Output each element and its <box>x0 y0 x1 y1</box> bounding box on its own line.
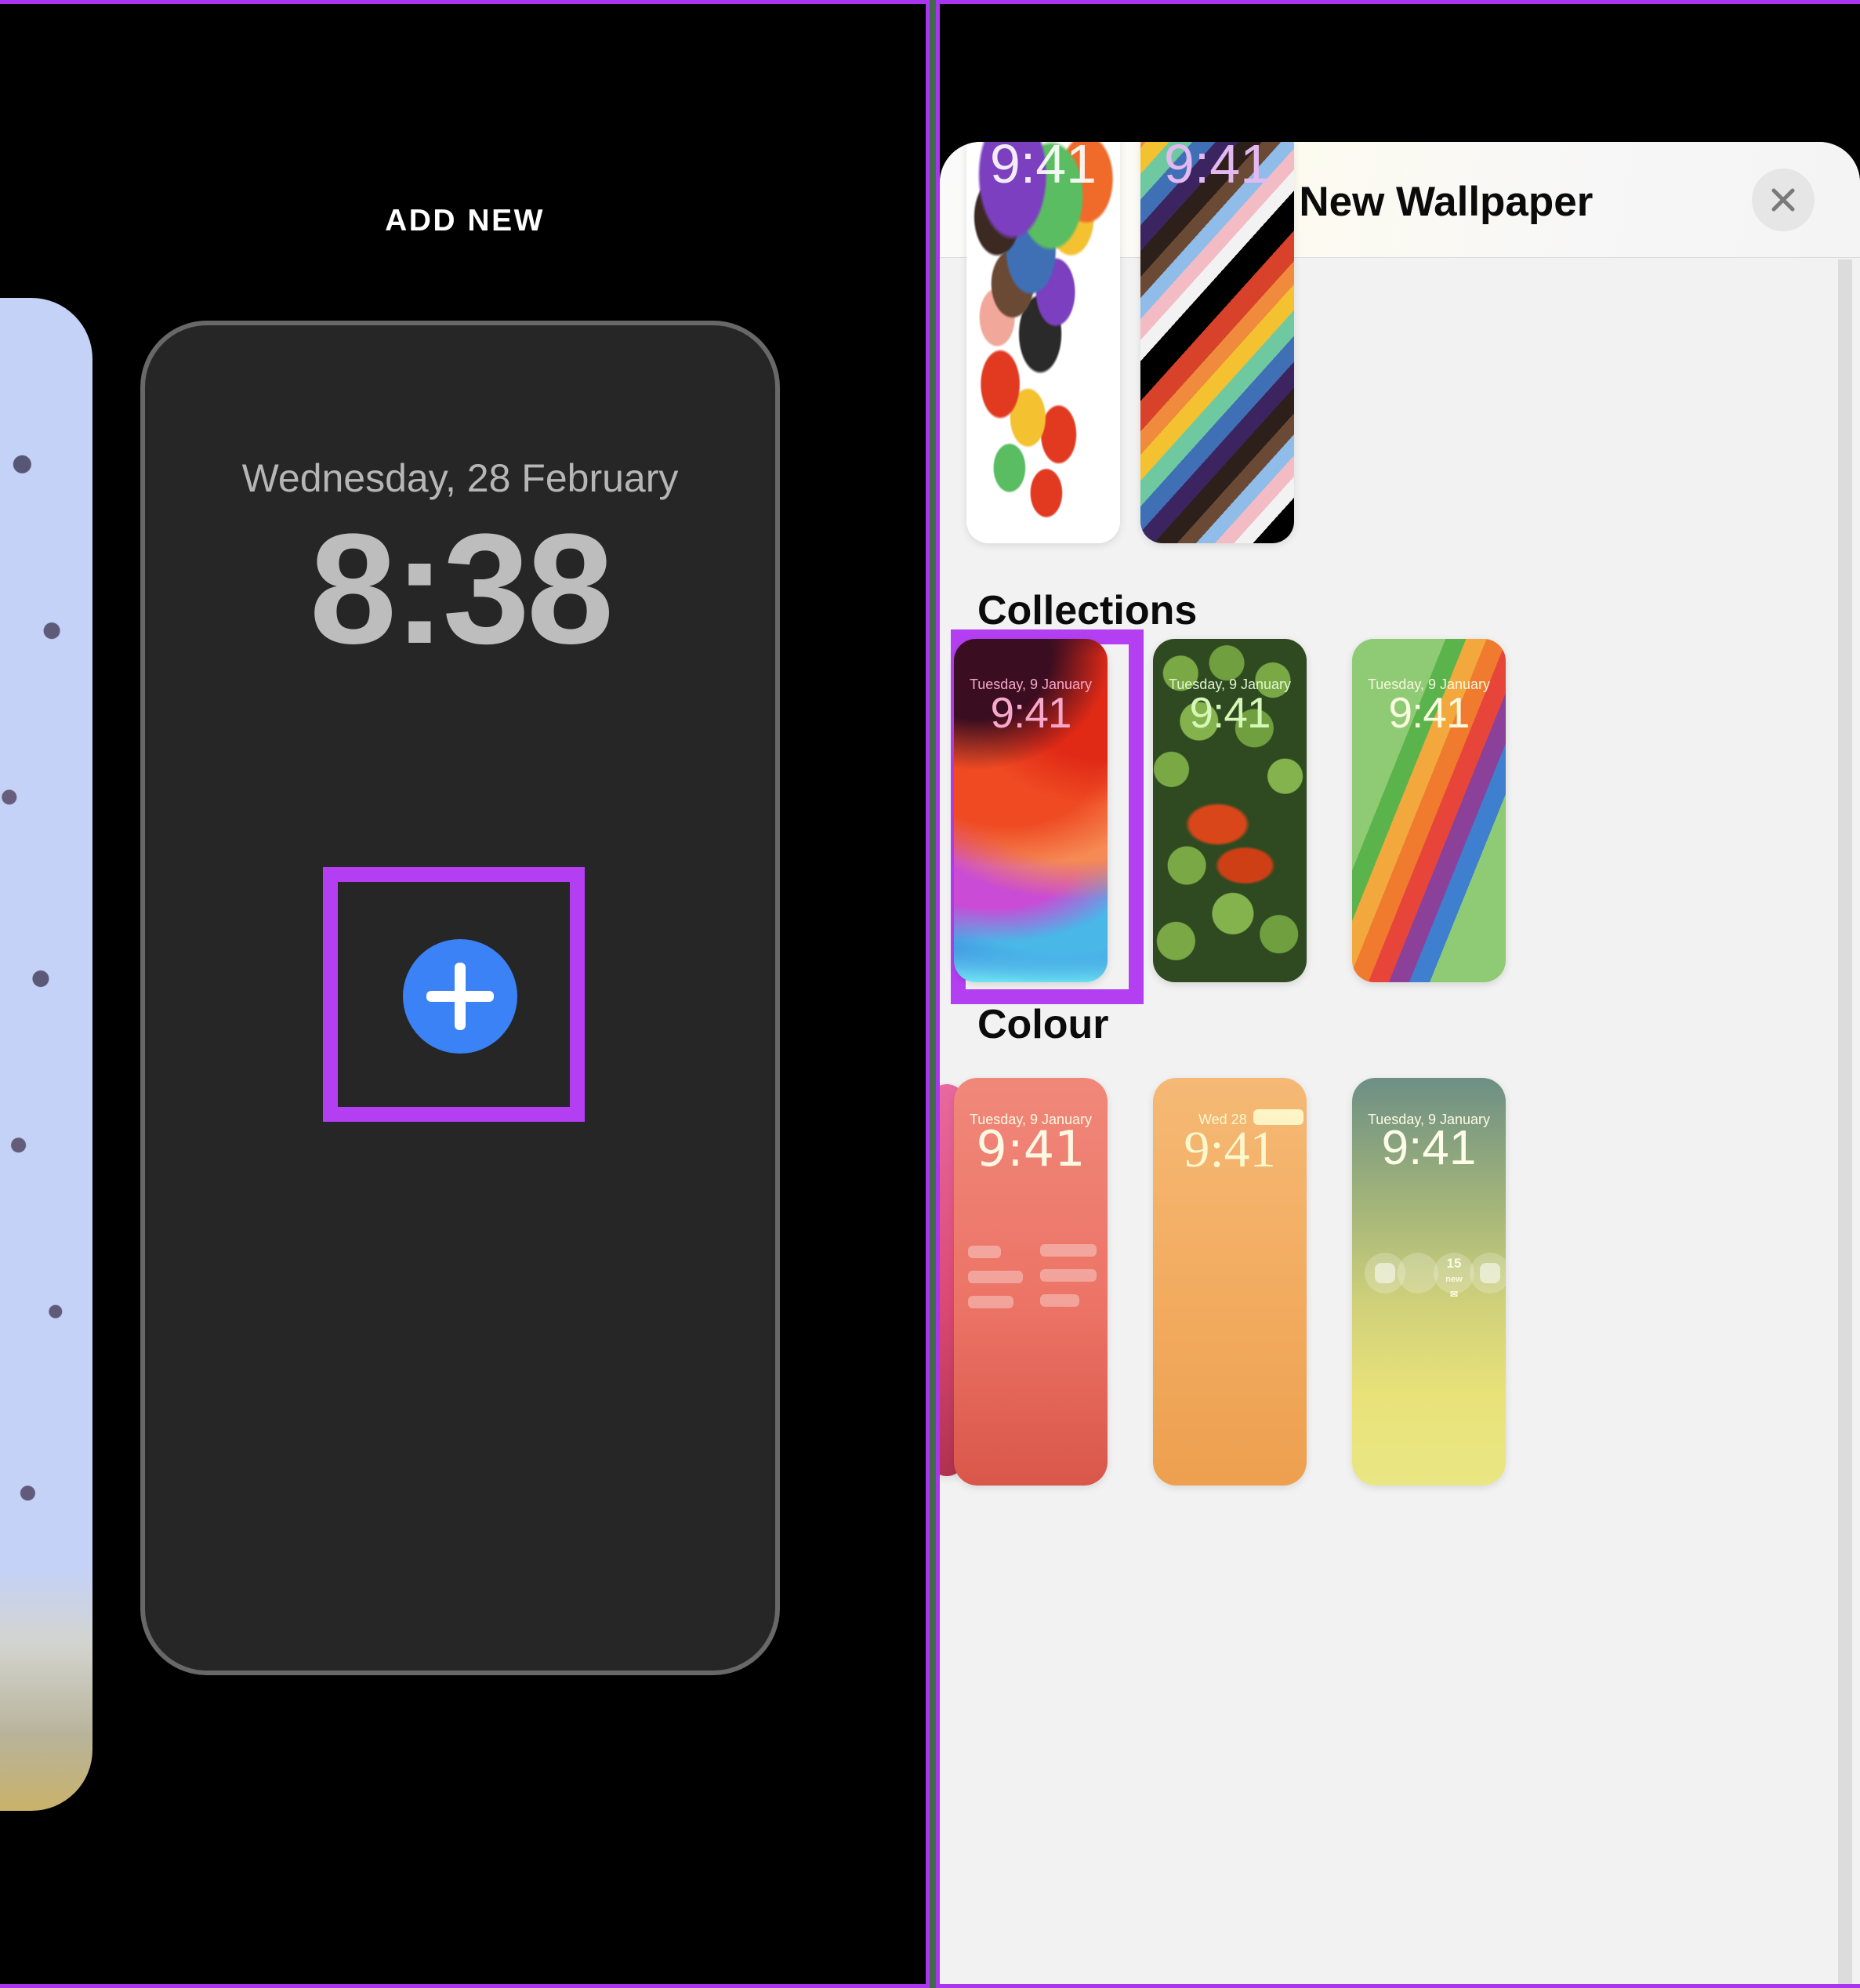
widget-mail-count: 15 new ✉ <box>1445 1256 1463 1301</box>
mail-icon: ✉ <box>1449 1289 1459 1300</box>
right-panel-add-wallpaper: Add New Wallpaper 9:41 9:41 Collections … <box>936 0 1860 1988</box>
wallpaper-time: 9:41 <box>1388 688 1470 737</box>
wallpaper-scroll-area[interactable]: 9:41 9:41 Collections Tuesday, 9 January… <box>940 142 1860 1984</box>
widget-line <box>968 1296 1013 1308</box>
wallpaper-card-amber[interactable]: Wed 28 9:41 <box>1153 1078 1307 1486</box>
wallpaper-card-coral[interactable]: Tuesday, 9 January 9:41 <box>954 1078 1108 1486</box>
wallpaper-time: 9:41 <box>1184 1121 1276 1178</box>
widget-square-glyph <box>1480 1263 1500 1283</box>
wallpaper-card-ios-gradient[interactable]: Tuesday, 9 January 9:41 <box>954 639 1108 982</box>
wallpaper-time: 9:41 <box>989 142 1097 194</box>
add-new-heading: ADD NEW <box>385 204 545 238</box>
widget-line <box>968 1271 1023 1283</box>
lockscreen-date: Wednesday, 28 February <box>241 456 679 500</box>
wallpaper-card-clownfish[interactable]: Tuesday, 9 January 9:41 <box>1153 639 1307 982</box>
plus-icon[interactable] <box>403 939 517 1054</box>
wallpaper-time: 9:41 <box>976 1120 1086 1177</box>
colour-row: Tuesday, 9 January 9:41 Wed 28 9:41 Tues… <box>940 1050 1860 1536</box>
wallpaper-time: 9:41 <box>1163 142 1271 194</box>
wallpaper-time: 9:41 <box>1381 1121 1477 1175</box>
wallpaper-time: 9:41 <box>990 688 1071 737</box>
widget-line <box>968 1246 1001 1258</box>
widget-line <box>1040 1244 1097 1257</box>
section-title-colour: Colour <box>977 1002 1109 1047</box>
wallpaper-card-pride-brushstroke[interactable]: 9:41 <box>966 142 1120 543</box>
section-title-collections: Collections <box>977 588 1198 633</box>
screenshot-root: 005 ADD NEW Wednesday, 28 February 8:38 … <box>0 0 1860 1988</box>
wallpaper-time: 9:41 <box>1189 688 1271 737</box>
widget-square-glyph <box>1375 1263 1395 1283</box>
wallpaper-card-pride-stripes[interactable]: 9:41 <box>1140 142 1294 543</box>
widget-line <box>1040 1294 1079 1307</box>
wallpaper-card-olive[interactable]: Tuesday, 9 January 9:41 15 new ✉ <box>1352 1078 1506 1486</box>
vertical-scrollbar[interactable] <box>1838 259 1852 1984</box>
wallpaper-card-retro-rainbow[interactable]: Tuesday, 9 January 9:41 <box>1352 639 1506 982</box>
featured-wallpapers-row: 9:41 9:41 <box>940 142 1860 579</box>
collections-row: Tuesday, 9 January 9:41 Tuesday, 9 Janua… <box>940 629 1860 1004</box>
add-new-wallpaper-sheet: Add New Wallpaper 9:41 9:41 Collections … <box>940 142 1860 1984</box>
wallpaper-card-partial-butterflies[interactable]: 005 <box>0 298 92 1811</box>
widget-line <box>1040 1269 1097 1282</box>
lockscreen-time: 8:38 <box>309 502 614 677</box>
left-panel-lockscreen-gallery: 005 ADD NEW Wednesday, 28 February 8:38 <box>0 0 930 1988</box>
widget-circle[interactable] <box>1470 1253 1506 1293</box>
widget-circle[interactable] <box>1398 1253 1438 1293</box>
